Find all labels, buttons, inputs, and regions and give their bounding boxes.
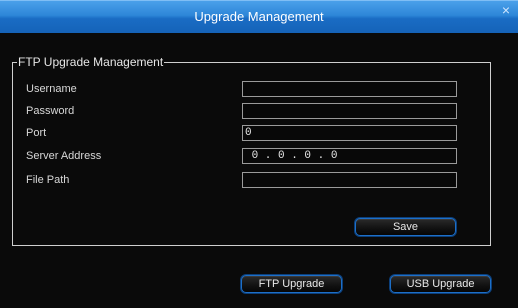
port-field[interactable] [242,125,457,141]
password-field[interactable] [242,103,457,119]
server-address-field[interactable] [242,148,457,164]
port-label: Port [26,127,47,139]
ftp-group-legend: FTP Upgrade Management [18,55,164,69]
upgrade-management-dialog: Upgrade Management × FTP Upgrade Managem… [0,0,518,308]
username-label: Username [26,83,77,95]
usb-upgrade-button[interactable]: USB Upgrade [390,275,491,293]
file-path-field[interactable] [242,172,457,188]
dialog-body: FTP Upgrade Management Username Password… [0,33,518,308]
close-icon[interactable]: × [498,2,514,18]
username-field[interactable] [242,81,457,97]
password-label: Password [26,105,75,117]
server-address-label: Server Address [26,150,102,162]
title-bar: Upgrade Management × [0,0,518,33]
dialog-title: Upgrade Management [194,9,324,24]
save-button[interactable]: Save [355,218,456,236]
ftp-upgrade-button[interactable]: FTP Upgrade [241,275,342,293]
file-path-label: File Path [26,174,70,186]
